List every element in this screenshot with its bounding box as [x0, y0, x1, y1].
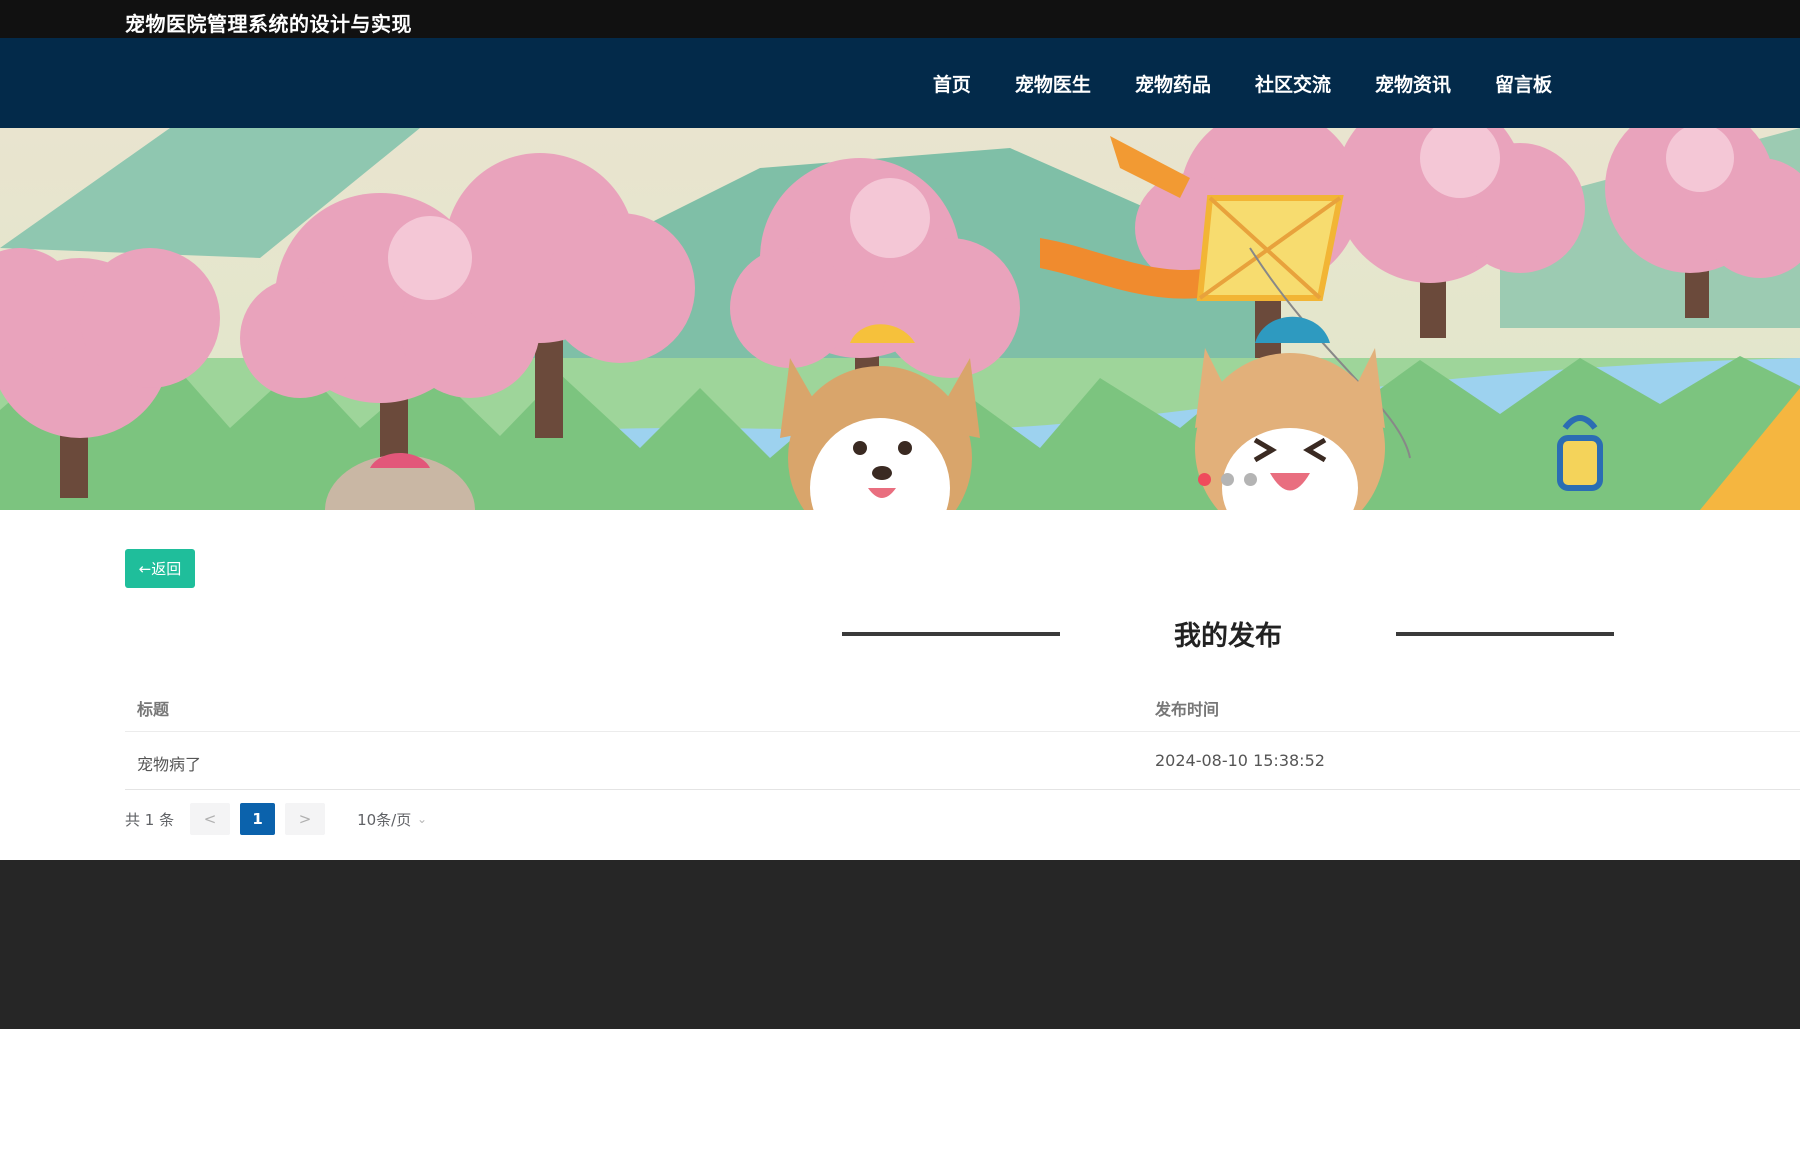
pagination: 共 1 条 < 1 > 10条/页 ⌄: [125, 803, 441, 835]
nav-item-message-board[interactable]: 留言板: [1495, 70, 1552, 97]
pagination-total: 共 1 条: [125, 810, 175, 829]
page-size-select[interactable]: 10条/页 ⌄: [343, 803, 441, 835]
prev-page-button[interactable]: <: [190, 803, 231, 835]
page-number-button[interactable]: 1: [240, 803, 276, 835]
nav-item-home[interactable]: 首页: [933, 70, 971, 97]
banner-illustration: [0, 128, 1800, 510]
page-size-value: 10条/页: [357, 810, 412, 829]
banner-carousel[interactable]: [0, 128, 1800, 510]
column-header-time: 发布时间: [1155, 700, 1220, 719]
carousel-dot-1[interactable]: [1198, 473, 1211, 486]
title-divider-right: [1396, 632, 1614, 636]
carousel-dot-3[interactable]: [1244, 473, 1257, 486]
nav-item-pet-news[interactable]: 宠物资讯: [1375, 70, 1451, 97]
column-header-title: 标题: [137, 700, 170, 719]
nav-menu: 首页 宠物医生 宠物药品 社区交流 宠物资讯 留言板: [933, 38, 1552, 128]
table-header: 标题 发布时间: [125, 682, 1800, 732]
nav-item-pet-doctors[interactable]: 宠物医生: [1015, 70, 1091, 97]
table-row[interactable]: 宠物病了 2024-08-10 15:38:52: [125, 732, 1800, 790]
section-header: 我的发布: [842, 610, 1614, 656]
posts-table: 标题 发布时间 宠物病了 2024-08-10 15:38:52: [125, 682, 1800, 790]
nav-item-pet-medicine[interactable]: 宠物药品: [1135, 70, 1211, 97]
nav-item-community[interactable]: 社区交流: [1255, 70, 1331, 97]
post-time: 2024-08-10 15:38:52: [1155, 751, 1325, 770]
footer: [0, 860, 1800, 1029]
back-button[interactable]: ←返回: [125, 549, 195, 588]
top-bar: 宠物医院管理系统的设计与实现: [0, 0, 1800, 38]
post-title[interactable]: 宠物病了: [137, 751, 201, 775]
carousel-dot-2[interactable]: [1221, 473, 1234, 486]
site-title: 宠物医院管理系统的设计与实现: [125, 12, 412, 36]
carousel-indicators: [1198, 473, 1257, 486]
next-page-button[interactable]: >: [285, 803, 326, 835]
main-nav-bar: 首页 宠物医生 宠物药品 社区交流 宠物资讯 留言板: [0, 38, 1800, 128]
chevron-down-icon: ⌄: [417, 812, 428, 826]
